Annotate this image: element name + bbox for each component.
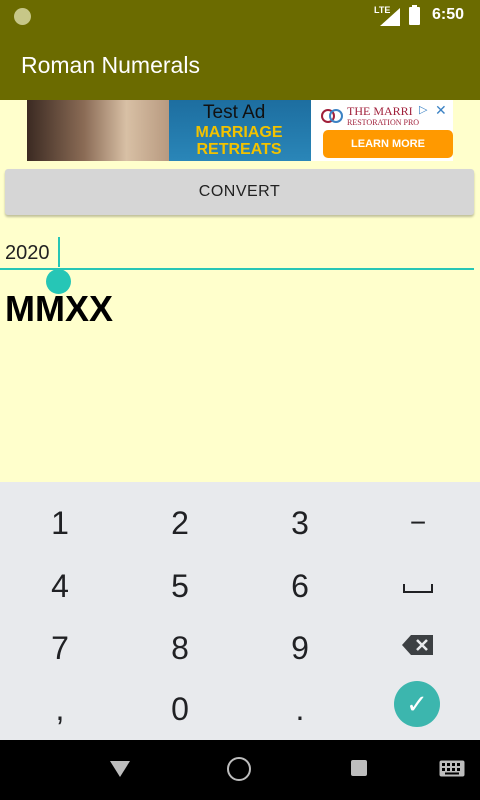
- ad-banner[interactable]: Test Ad MARRIAGE RETREATS THE MARRI REST…: [27, 100, 453, 161]
- ad-test-label: Test Ad: [203, 102, 266, 123]
- key-8[interactable]: 8: [120, 617, 240, 679]
- key-1[interactable]: 1: [0, 492, 120, 554]
- ad-headline: MARRIAGE RETREATS: [179, 124, 299, 158]
- input-underline: [0, 268, 474, 270]
- ad-headline-line1: MARRIAGE: [195, 124, 283, 141]
- rings-logo-icon: [321, 109, 343, 123]
- app-title: Roman Numerals: [21, 52, 200, 78]
- key-0[interactable]: 0: [120, 678, 240, 740]
- signal-icon: [380, 8, 400, 26]
- roman-result: MMXX: [5, 288, 113, 329]
- ad-brand-line1: THE MARRI: [347, 104, 413, 118]
- keyboard-switch-icon[interactable]: [439, 760, 465, 777]
- key-5[interactable]: 5: [120, 555, 240, 617]
- ad-photo: [27, 100, 169, 161]
- text-cursor: [58, 237, 60, 267]
- convert-button[interactable]: CONVERT: [5, 169, 474, 215]
- ad-headline-line2: RETREATS: [196, 141, 282, 158]
- back-icon[interactable]: [110, 761, 130, 777]
- status-bar: LTE 6:50: [0, 0, 480, 32]
- ad-close-icon[interactable]: ✕: [435, 102, 447, 119]
- battery-icon: [409, 5, 420, 25]
- key-4[interactable]: 4: [0, 555, 120, 617]
- recents-icon[interactable]: [351, 760, 367, 776]
- key-minus[interactable]: −: [358, 492, 478, 554]
- key-period[interactable]: .: [240, 678, 360, 740]
- home-icon[interactable]: [227, 757, 251, 781]
- space-icon: [403, 583, 433, 593]
- ad-brand: THE MARRI RESTORATION PRO: [347, 104, 420, 128]
- ad-choices-icon[interactable]: ▷: [419, 103, 427, 116]
- enter-key-checkmark-icon[interactable]: ✓: [394, 681, 440, 727]
- backspace-icon[interactable]: [401, 634, 435, 656]
- key-3[interactable]: 3: [240, 492, 360, 554]
- number-input-value: 2020: [5, 242, 50, 264]
- app-bar: Roman Numerals: [0, 32, 480, 100]
- key-2[interactable]: 2: [120, 492, 240, 554]
- notification-dot-icon: [14, 8, 31, 25]
- key-space[interactable]: [358, 555, 478, 617]
- number-input[interactable]: 2020: [0, 234, 480, 272]
- clock: 6:50: [432, 6, 465, 23]
- key-9[interactable]: 9: [240, 617, 360, 679]
- ad-cta-button[interactable]: LEARN MORE: [323, 130, 453, 158]
- key-6[interactable]: 6: [240, 555, 360, 617]
- key-comma[interactable]: ,: [0, 678, 120, 740]
- key-7[interactable]: 7: [0, 617, 120, 679]
- ad-brand-line2: RESTORATION PRO: [347, 118, 420, 127]
